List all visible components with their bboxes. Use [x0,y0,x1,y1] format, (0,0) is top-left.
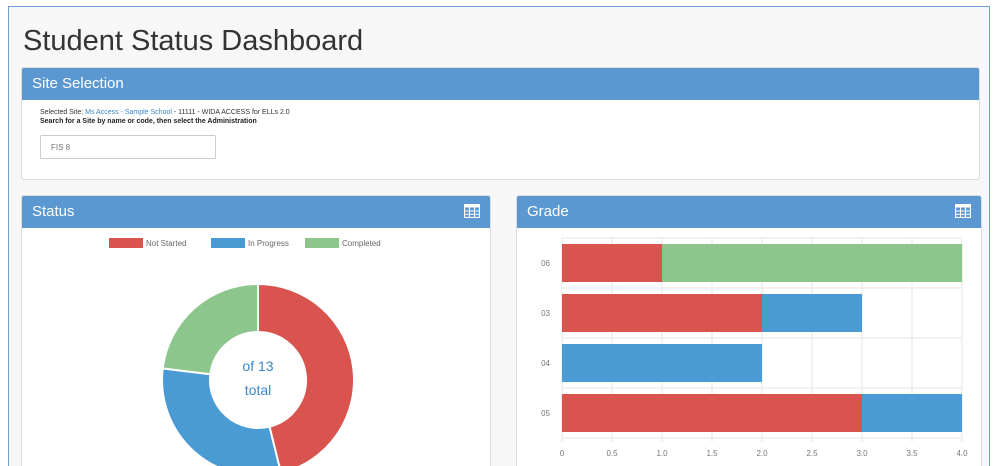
site-search-input[interactable] [40,135,216,159]
grade-header-title: Grade [527,203,569,220]
grade-bar-segment[interactable] [762,294,862,332]
x-tick-label: 2.5 [806,449,818,458]
grade-panel: Grade 0 0.5 1.0 1.5 2.0 2.5 3.0 3.5 4.0 06 03 04 05 [516,195,982,466]
selected-site-line: Selected Site: Ms Access - Sample School… [40,108,961,117]
donut-center-count: of 13 [242,358,273,374]
legend-label: Completed [342,239,381,248]
site-selection-panel: Site Selection Selected Site: Ms Access … [21,67,980,180]
selected-site-link[interactable]: Ms Access - Sample School [85,109,172,116]
grade-bar-segment[interactable] [562,394,862,432]
x-tick-label: 2.0 [756,449,768,458]
grade-bar-chart: 0 0.5 1.0 1.5 2.0 2.5 3.0 3.5 4.0 06 03 04 05 [541,237,968,458]
y-category-label: 05 [541,409,550,418]
status-panel: Status Not Started In Progress Completed o… [21,195,491,466]
status-header: Status [22,196,490,228]
donut-slices [161,282,355,466]
grade-bar-segment[interactable] [562,244,662,282]
grade-bar-segment[interactable] [562,344,762,382]
grade-header: Grade [517,196,981,228]
legend-swatch [305,238,339,248]
legend-label: In Progress [248,239,289,248]
x-tick-label: 3.0 [856,449,868,458]
x-tick-label: 3.5 [906,449,918,458]
x-tick-label: 0.5 [606,449,618,458]
table-view-icon[interactable] [955,204,971,218]
status-header-title: Status [32,203,75,220]
dashboard-frame: Student Status Dashboard Site Selection … [8,6,990,466]
site-selection-header: Site Selection [22,68,979,100]
table-view-icon[interactable] [464,204,480,218]
page-title: Student Status Dashboard [23,25,364,57]
y-category-label: 04 [541,359,550,368]
grade-bar-segment[interactable] [862,394,962,432]
x-tick-label: 4.0 [956,449,968,458]
status-donut-chart: Not Started In Progress Completed of 13 to… [109,238,381,466]
site-selection-body: Selected Site: Ms Access - Sample School… [22,100,979,167]
legend-swatch [109,238,143,248]
grade-bar-segment[interactable] [662,244,962,282]
x-tick-label: 0 [560,449,565,458]
selected-site-label: Selected Site: [40,109,84,116]
legend-label: Not Started [146,239,186,248]
donut-center-label: total [245,382,271,398]
site-search-instructions: Search for a Site by name or code, then … [40,118,257,125]
y-category-label: 06 [541,259,550,268]
x-tick-label: 1.0 [656,449,668,458]
grade-bar-segment[interactable] [562,294,762,332]
y-category-label: 03 [541,309,550,318]
legend-swatch [211,238,245,248]
status-legend: Not Started In Progress Completed [109,238,381,248]
selected-site-details: - 11111 - WIDA ACCESS for ELLs 2.0 [173,109,290,116]
x-tick-label: 1.5 [706,449,718,458]
